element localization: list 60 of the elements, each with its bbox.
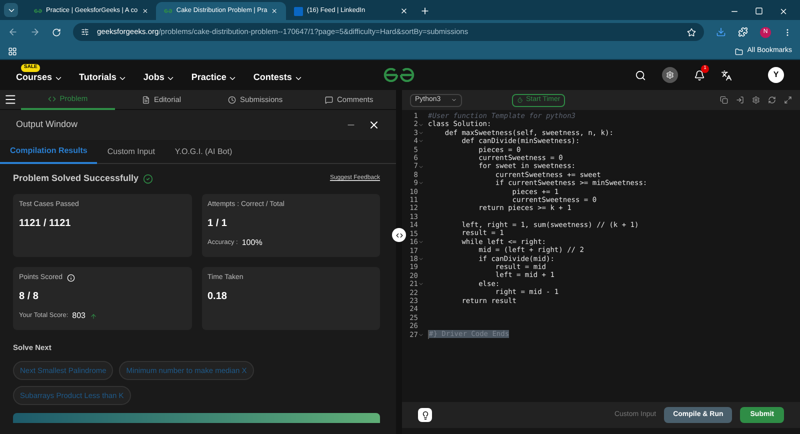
- hint-button[interactable]: [418, 408, 432, 422]
- download-icon[interactable]: [716, 27, 726, 37]
- output-tab[interactable]: Compilation Results: [0, 140, 98, 164]
- chevron-down-icon: [451, 97, 457, 103]
- close-window-icon[interactable]: [779, 7, 788, 16]
- site-logo-icon[interactable]: [382, 68, 415, 82]
- theme-toggle[interactable]: [662, 67, 678, 83]
- clock-icon: [228, 96, 236, 104]
- lightbulb-icon: [420, 410, 430, 420]
- output-tab[interactable]: Y.O.G.I. (AI Bot): [164, 140, 242, 164]
- nav-menu-item[interactable]: Contests: [253, 71, 303, 85]
- document-icon: [142, 96, 150, 104]
- reload-icon[interactable]: [52, 28, 61, 36]
- notification-bell-icon[interactable]: [694, 70, 705, 80]
- close-panel-icon[interactable]: [368, 119, 380, 131]
- card-value: 8 / 8: [19, 290, 40, 304]
- card-value: 1121 / 1121: [19, 217, 72, 231]
- settings-icon[interactable]: [752, 96, 760, 104]
- back-icon[interactable]: [8, 27, 18, 37]
- apps-icon[interactable]: [8, 47, 17, 56]
- reset-icon[interactable]: [768, 96, 776, 104]
- nav-menu-item[interactable]: Practice: [191, 71, 238, 85]
- nav-menu-item[interactable]: Tutorials: [79, 71, 128, 85]
- card-value: 0.18: [208, 290, 228, 304]
- tab-logo-icon: [164, 8, 172, 14]
- comment-icon: [324, 96, 333, 104]
- timer-icon: [517, 97, 523, 103]
- gear-icon: [666, 71, 674, 79]
- user-avatar[interactable]: Y: [768, 67, 784, 83]
- code-icon: [396, 232, 402, 238]
- tab-logo-icon: [34, 8, 42, 14]
- card-value: 1 / 1: [208, 217, 228, 231]
- import-icon[interactable]: [736, 96, 744, 104]
- nav-menu-item[interactable]: Courses: [16, 71, 64, 85]
- tab-search-button[interactable]: [4, 3, 18, 17]
- close-tab-icon[interactable]: [400, 7, 408, 15]
- status-message: Problem Solved Successfully: [13, 172, 139, 185]
- close-tab-icon[interactable]: [142, 7, 148, 15]
- info-icon[interactable]: [66, 274, 75, 282]
- output-window-title: Output Window: [16, 118, 78, 132]
- site-settings-icon[interactable]: [81, 28, 89, 36]
- code-icon: [48, 94, 56, 102]
- maximize-icon[interactable]: [755, 7, 763, 15]
- copy-icon[interactable]: [720, 96, 728, 104]
- extensions-icon[interactable]: [738, 27, 748, 37]
- success-check-icon: [142, 174, 153, 184]
- card-extra-value: 100%: [242, 237, 262, 249]
- tab-logo-icon: [294, 6, 303, 16]
- menu-icon[interactable]: [4, 93, 17, 106]
- search-icon[interactable]: [635, 70, 646, 80]
- language-icon[interactable]: [721, 70, 732, 80]
- close-tab-icon[interactable]: [271, 7, 278, 15]
- folder-icon: [735, 48, 744, 56]
- new-tab-icon[interactable]: [420, 6, 430, 16]
- nav-menu-item[interactable]: Jobs: [143, 71, 176, 85]
- fullscreen-icon[interactable]: [784, 96, 792, 104]
- bookmark-star-icon[interactable]: [687, 28, 696, 36]
- card-extra-value: 803: [72, 310, 86, 322]
- output-tab[interactable]: Custom Input: [97, 140, 165, 164]
- forward-icon[interactable]: [30, 27, 40, 37]
